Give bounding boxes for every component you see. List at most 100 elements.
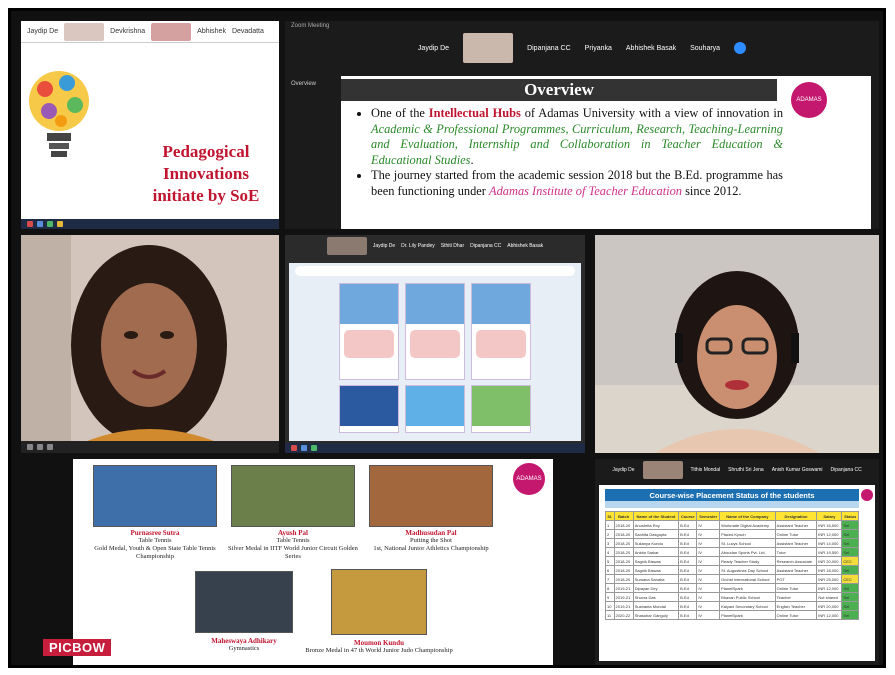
app-icon[interactable] (37, 221, 43, 227)
table-cell: Research Associate (774, 556, 818, 566)
adamas-logo: ADAMAS (513, 463, 545, 495)
gallery-view: Jaydip De Devkrishna Abhishek Devadatta … (8, 8, 886, 668)
address-bar[interactable] (295, 266, 575, 276)
shared-screen-tile-placement[interactable]: Jaydip De Tithis Mondal Shruthi Sri Jena… (595, 459, 879, 665)
poster-card[interactable] (405, 283, 465, 380)
app-icon[interactable] (47, 221, 53, 227)
table-header: Semester (696, 511, 721, 521)
table-cell: English Teacher (774, 601, 818, 611)
participant-thumb[interactable] (64, 22, 105, 41)
shared-screen-tile-pedagogical[interactable]: Jaydip De Devkrishna Abhishek Devadatta … (21, 21, 279, 229)
table-cell: 7 (605, 574, 615, 584)
participant-label: Priyanka (584, 44, 612, 52)
participant-strip: Jaydip De Dr. Lily Pandey Sthiti Dhar Di… (285, 235, 585, 257)
participant-label: Devadatta (231, 28, 264, 35)
video-tile-participant-1[interactable] (21, 235, 279, 453)
table-row: 11 2020-22 Shasuhar Ganguly B.Ed IV PlanetSpa… (605, 610, 859, 620)
next-page-icon[interactable] (734, 42, 747, 54)
app-icon[interactable] (301, 445, 307, 451)
caption: Madhusudan Pal Putting the Shot 1st, Natio… (373, 529, 489, 552)
table-cell: 3 (605, 538, 615, 548)
sheet-title: Course-wise Placement Status of the stud… (605, 489, 859, 501)
video-tile-participant-2[interactable] (595, 235, 879, 453)
poster-card[interactable] (339, 283, 399, 380)
table-cell: 2018-20 (613, 520, 634, 530)
table-cell: 1 (605, 520, 615, 530)
shared-screen-tile-overview[interactable]: Zoom Meeting Jaydip De Dipanjana CC Priy… (285, 21, 879, 229)
table-cell: 2018-20 (613, 529, 634, 539)
adamas-logo: ADAMAS (791, 82, 827, 118)
table-cell: Online Tutor (774, 610, 818, 620)
shared-screen-tile-sports[interactable]: ADAMAS Purnasree Sutra Table Tennis Gold M… (21, 459, 585, 665)
sidebar-tab-overview[interactable]: Overview (291, 81, 316, 87)
table-header: Batch (613, 511, 634, 521)
participant-label: Dipanjana CC (527, 44, 571, 52)
table-cell: Sumana Sanaha (632, 574, 680, 584)
app-icon[interactable] (291, 445, 297, 451)
table-cell: 2018-20 (613, 565, 634, 575)
table-cell: 2018-20 (613, 547, 634, 557)
table-cell: 2020-22 (613, 610, 634, 620)
poster-card[interactable] (405, 385, 465, 433)
participant-thumb[interactable] (463, 33, 514, 63)
table-cell: 2018-20 (613, 538, 634, 548)
photo (93, 465, 217, 527)
table-cell: Tutor (774, 547, 818, 557)
camera-icon[interactable] (37, 444, 43, 450)
participant-label: Jaydip De (417, 44, 450, 52)
table-cell: INR 12,000 (816, 583, 843, 593)
table-cell: IV (696, 610, 721, 620)
table-cell: Ready Teacher Study (719, 556, 776, 566)
table-row: 9 2019-21 Shuvra Das B.Ed IV Bhavan Public Sc… (605, 592, 859, 602)
participant-thumb[interactable] (326, 237, 367, 255)
slide: ADAMAS Purnasree Sutra Table Tennis Gold M… (73, 459, 553, 665)
table-cell: IV (696, 601, 721, 611)
mic-icon[interactable] (27, 444, 33, 450)
table-cell: 8 (605, 583, 615, 593)
slide-heading: Overview (341, 79, 777, 101)
table-cell: 5 (605, 556, 615, 566)
table-cell: 2018-20 (613, 556, 634, 566)
slide-body: One of the Intellectual Hubs of Adamas U… (353, 106, 783, 199)
table-cell: INR 16,500 (816, 520, 843, 530)
table-cell: PlanetSpark (719, 583, 776, 593)
poster-card[interactable] (339, 385, 399, 433)
poster-card[interactable] (471, 385, 531, 433)
slide: Overview ADAMAS One of the Intellectual … (341, 76, 871, 229)
table-cell: INR 20,000 (816, 556, 843, 566)
table-cell: St. Lucys School (719, 538, 776, 548)
table-cell: Sel (841, 538, 859, 548)
app-icon[interactable] (311, 445, 317, 451)
participant-thumb[interactable] (642, 461, 683, 479)
participant-label: Sthiti Dhar (440, 243, 465, 249)
table-row: 3 2018-20 Sukanya Kundu B.Ed IV St. Lucys Sch… (605, 538, 859, 548)
participant-thumb[interactable] (151, 22, 192, 41)
app-icon[interactable] (57, 221, 63, 227)
share-icon[interactable] (47, 444, 53, 450)
shared-screen-tile-posters[interactable]: Jaydip De Dr. Lily Pandey Sthiti Dhar Di… (285, 235, 585, 453)
table-cell: 9 (605, 592, 615, 602)
table-cell: 6 (605, 565, 615, 575)
app-icon[interactable] (27, 221, 33, 227)
table-cell: INR 18,000 (816, 565, 843, 575)
browser-window (289, 263, 581, 441)
poster-card[interactable] (471, 283, 531, 380)
participant-label: Abhishek (197, 28, 226, 35)
table-cell: PlanetSpark (719, 610, 776, 620)
table-cell: Sel (841, 610, 859, 620)
table-cell: Sukanya Kundu (632, 538, 680, 548)
participant-label: Jaydip De (27, 28, 59, 35)
table-cell: Not shared (816, 592, 843, 602)
table-header: Salary (816, 511, 843, 521)
table-cell: Sushanta Mondal (632, 601, 680, 611)
table-cell: Sagnik Biswas (632, 565, 680, 575)
meeting-controls (21, 441, 279, 453)
slide-title: Pedagogical Innovations initiate by SoE (152, 142, 260, 205)
caption: Maheswaya Adhikary Gymnastics (211, 637, 277, 652)
sheet-subtitle (605, 501, 859, 508)
participant-label: Tithis Mondal (690, 467, 721, 473)
table-cell: Online Tutor (774, 529, 818, 539)
caption: Moumon Kundu Bronze Medal in 47 th World … (305, 639, 453, 654)
bullet-2: The journey started from the academic se… (371, 168, 783, 199)
taskbar (285, 443, 585, 453)
